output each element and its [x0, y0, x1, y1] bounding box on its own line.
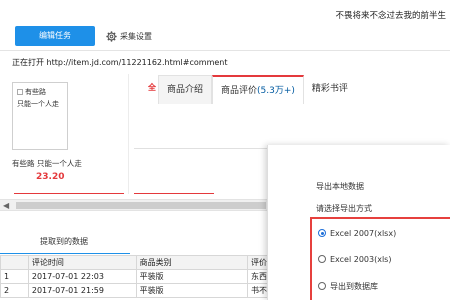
- gear-icon: [106, 30, 117, 42]
- address-url: http://item.jd.com/11221162.html#comment: [46, 58, 228, 67]
- cell-comment-time: 2017-07-01 22:03: [27, 269, 137, 284]
- top-banner: 不畏将来不念过去我的前半生: [0, 0, 450, 28]
- export-option-database[interactable]: 导出到数据库: [318, 280, 378, 292]
- radio-unselected-icon[interactable]: [318, 255, 326, 263]
- edit-task-button[interactable]: 编辑任务: [15, 26, 95, 46]
- collect-settings-label: 采集设置: [120, 31, 152, 41]
- banner-motto: 不畏将来不念过去我的前半生: [335, 11, 446, 21]
- extracted-data-title: 提取到的数据: [40, 237, 88, 246]
- export-panel: 导出本地数据 请选择导出方式 Excel 2007(xlsx) Excel 20…: [267, 145, 450, 300]
- toolbar: 编辑任务 采集设置: [0, 26, 450, 48]
- cell-index: 1: [0, 269, 29, 284]
- radio-selected-icon[interactable]: [318, 229, 326, 237]
- column-header-comment-time[interactable]: 评论时间: [27, 255, 137, 270]
- thumbnail-subtitle: 只能一个人走: [17, 100, 59, 108]
- image-icon: [17, 89, 23, 95]
- product-price: 23.20: [36, 172, 65, 182]
- collect-settings-button[interactable]: 采集设置: [106, 29, 152, 43]
- export-method-prompt: 请选择导出方式: [316, 204, 372, 213]
- thumbnail-title: 有些路: [25, 88, 46, 96]
- column-header-product-category[interactable]: 商品类别: [135, 255, 249, 270]
- thumbnail-title-row: 有些路: [17, 87, 46, 98]
- extracted-data-underline: [0, 253, 130, 254]
- cell-index: 2: [0, 283, 29, 298]
- export-options-group: Excel 2007(xlsx) Excel 2003(xls) 导出到数据库: [310, 217, 450, 300]
- cell-comment-time: 2017-07-01 21:59: [27, 283, 137, 298]
- mid-accent-line: [134, 193, 214, 194]
- scrollbar-thumb[interactable]: [16, 202, 266, 209]
- column-divider: [128, 74, 129, 194]
- export-heading: 导出本地数据: [316, 182, 364, 191]
- left-accent-line: [14, 193, 124, 194]
- export-option-xlsx[interactable]: Excel 2007(xlsx): [318, 227, 396, 239]
- cell-category: 平装版: [135, 283, 249, 298]
- export-option-xls[interactable]: Excel 2003(xls): [318, 253, 391, 265]
- tab-product-reviews[interactable]: 商品评价(5.3万+): [212, 75, 304, 104]
- toolbar-divider: [0, 50, 450, 51]
- radio-unselected-icon[interactable]: [318, 282, 326, 290]
- address-bar: 正在打开 http://item.jd.com/11221162.html#co…: [12, 57, 228, 68]
- tab-reviews-label: 商品评价: [221, 86, 258, 96]
- tab-all-partial[interactable]: 全: [148, 82, 156, 93]
- tab-product-intro[interactable]: 商品介绍: [158, 75, 213, 104]
- product-thumbnail[interactable]: 有些路 只能一个人走: [12, 82, 68, 150]
- address-prefix: 正在打开: [12, 58, 44, 67]
- table-row[interactable]: 1 2017-07-01 22:03 平装版 东西: [0, 269, 280, 284]
- column-header-index[interactable]: [0, 255, 29, 270]
- tab-book-reviews[interactable]: 精彩书评: [303, 75, 356, 104]
- export-option-label: 导出到数据库: [330, 281, 378, 291]
- jd-tab-bar: 商品介绍 商品评价(5.3万+) 精彩书评: [158, 75, 356, 104]
- cell-category: 平装版: [135, 269, 249, 284]
- extracted-data-table: 评论时间 商品类别 评价 1 2017-07-01 22:03 平装版 东西 2…: [0, 255, 280, 298]
- table-row[interactable]: 2 2017-07-01 21:59 平装版 书不: [0, 283, 280, 298]
- tab-reviews-count: (5.3万+): [257, 86, 295, 96]
- table-header-row: 评论时间 商品类别 评价: [0, 255, 280, 270]
- export-option-label: Excel 2003(xls): [330, 254, 392, 264]
- product-name[interactable]: 有些路 只能一个人走: [12, 158, 82, 169]
- scroll-left-icon[interactable]: ◀: [3, 201, 9, 210]
- export-option-label: Excel 2007(xlsx): [330, 228, 397, 238]
